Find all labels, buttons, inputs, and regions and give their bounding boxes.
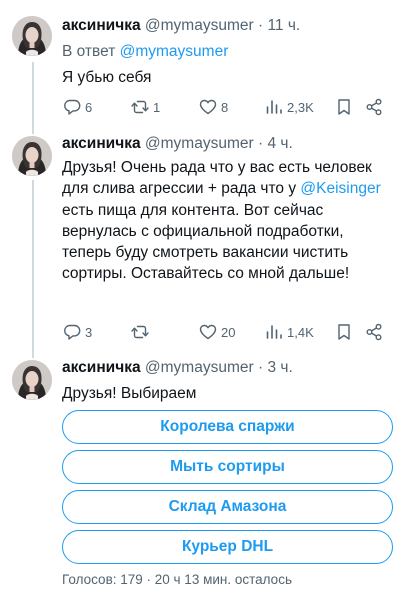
- avatar[interactable]: [12, 360, 52, 400]
- like-icon: [199, 324, 217, 340]
- reply-icon: [64, 99, 81, 115]
- reply-count: 6: [85, 99, 93, 115]
- like-button[interactable]: 8: [198, 97, 228, 117]
- views-icon: [266, 100, 282, 114]
- reply-button[interactable]: 3: [62, 322, 92, 342]
- views-icon: [266, 325, 282, 339]
- action-bar: 6 1 8 2,3K: [62, 97, 392, 117]
- author-name[interactable]: аксиничка: [62, 359, 141, 376]
- views-button[interactable]: 2,3K: [264, 97, 314, 117]
- author-name[interactable]: аксиничка: [62, 17, 141, 34]
- separator: ·: [257, 17, 264, 34]
- avatar[interactable]: [12, 16, 52, 56]
- reply-icon: [64, 324, 81, 340]
- author-handle[interactable]: @mymaysumer: [145, 17, 254, 34]
- author-name[interactable]: аксиничка: [62, 135, 141, 152]
- author-handle[interactable]: @mymaysumer: [145, 359, 254, 376]
- retweet-icon: [131, 100, 149, 114]
- like-count: 8: [221, 99, 229, 115]
- action-bar: 3 20 1,4K: [62, 322, 392, 342]
- reply-to-link[interactable]: @mymaysumer: [120, 43, 229, 60]
- tweet-header: аксиничка @mymaysumer · 4 ч.: [62, 134, 293, 154]
- tweet-text: Я убью себя: [62, 69, 152, 86]
- separator: ·: [257, 359, 264, 376]
- tweet-header: аксиничка @mymaysumer · 11 ч.: [62, 16, 300, 36]
- views-count: 2,3K: [287, 99, 314, 115]
- tweet[interactable]: аксиничка @mymaysumer · 3 ч. Друзья! Выб…: [0, 354, 405, 600]
- tweet-header: аксиничка @mymaysumer · 3 ч.: [62, 358, 293, 378]
- retweet-button[interactable]: [130, 322, 153, 342]
- thread-line: [32, 180, 34, 358]
- views-button[interactable]: 1,4K: [264, 322, 314, 342]
- retweet-icon: [131, 325, 149, 339]
- bookmark-icon: [338, 324, 350, 340]
- bookmark-button[interactable]: [334, 97, 354, 117]
- tweet-text: Друзья! Выбираем: [62, 385, 197, 402]
- timestamp[interactable]: 3 ч.: [267, 359, 292, 376]
- poll-option[interactable]: Мыть сортиры: [62, 450, 393, 484]
- bookmark-icon: [338, 99, 350, 115]
- reply-context: В ответ @mymaysumer: [62, 42, 228, 62]
- tweet[interactable]: аксиничка @mymaysumer · 4 ч. Друзья! Оче…: [0, 132, 405, 358]
- share-button[interactable]: [364, 322, 384, 342]
- poll-option[interactable]: Королева спаржи: [62, 410, 393, 444]
- like-icon: [199, 99, 217, 115]
- share-icon: [366, 98, 382, 116]
- mention-link[interactable]: @Keisinger: [300, 180, 380, 197]
- views-count: 1,4K: [287, 324, 314, 340]
- share-button[interactable]: [364, 97, 384, 117]
- tweet-text-part: есть пища для контента. Вот сейчас верну…: [62, 201, 350, 283]
- poll-footer: Голосов: 179 · 20 ч 13 мин. осталось: [62, 572, 292, 587]
- timestamp[interactable]: 11 ч.: [267, 17, 300, 34]
- thread-line: [32, 62, 34, 134]
- author-handle[interactable]: @mymaysumer: [145, 135, 254, 152]
- share-icon: [366, 323, 382, 341]
- like-button[interactable]: 20: [198, 322, 235, 342]
- like-count: 20: [221, 324, 236, 340]
- tweet-text: Друзья! Очень рада что у вас есть челове…: [62, 157, 397, 285]
- reply-button[interactable]: 6: [62, 97, 92, 117]
- poll-option[interactable]: Курьер DHL: [62, 530, 393, 564]
- tweet[interactable]: аксиничка @mymaysumer · 11 ч. В ответ @m…: [0, 0, 405, 134]
- avatar[interactable]: [12, 136, 52, 176]
- retweet-button[interactable]: 1: [130, 97, 160, 117]
- poll-option[interactable]: Склад Амазона: [62, 490, 393, 524]
- separator: ·: [257, 135, 264, 152]
- bookmark-button[interactable]: [334, 322, 354, 342]
- reply-count: 3: [85, 324, 93, 340]
- retweet-count: 1: [153, 99, 161, 115]
- timestamp[interactable]: 4 ч.: [267, 135, 292, 152]
- reply-prefix: В ответ: [62, 43, 116, 60]
